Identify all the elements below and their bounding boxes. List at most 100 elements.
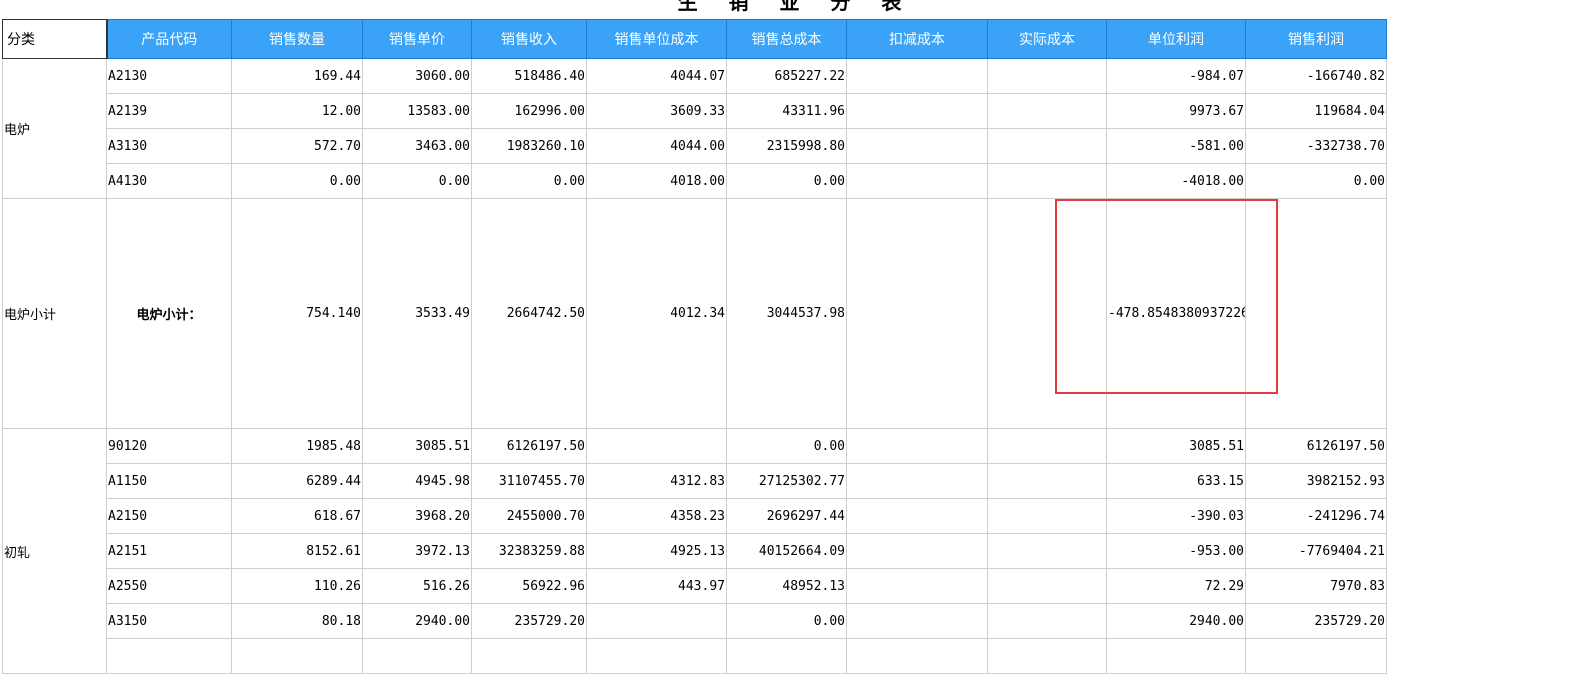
cell-sales-qty[interactable]: 754.140 (231, 198, 363, 429)
cell-sales-profit[interactable]: 119684.04 (1245, 93, 1387, 129)
cell-revenue[interactable]: 518486.40 (471, 58, 587, 94)
cell-deduct-cost[interactable] (846, 128, 988, 164)
cell-unit-price[interactable]: 3968.20 (362, 498, 472, 534)
header-product-code[interactable]: 产品代码 (106, 19, 232, 59)
cell-actual-cost[interactable] (987, 463, 1107, 499)
cell-total-cost[interactable]: 2696297.44 (726, 498, 847, 534)
cell-actual-cost[interactable] (987, 603, 1107, 639)
cell-unit-price[interactable]: 3463.00 (362, 128, 472, 164)
cell-deduct-cost[interactable] (846, 533, 988, 569)
subtotal-label[interactable]: 电炉小计： (106, 198, 232, 429)
cell-sales-profit[interactable]: 235729.20 (1245, 603, 1387, 639)
cell-unit-profit[interactable]: -390.03 (1106, 498, 1246, 534)
cell-deduct-cost[interactable] (846, 58, 988, 94)
cell-sales-qty[interactable]: 169.44 (231, 58, 363, 94)
cell-total-cost[interactable]: 0.00 (726, 163, 847, 199)
cell-unit-cost[interactable]: 4018.00 (586, 163, 727, 199)
cell-unit-price[interactable]: 13583.00 (362, 93, 472, 129)
cell-unit-price[interactable]: 0.00 (362, 163, 472, 199)
cell-total-cost[interactable]: 685227.22 (726, 58, 847, 94)
cell-product-code[interactable]: A3150 (106, 603, 232, 639)
cell-unit-profit[interactable]: -581.00 (1106, 128, 1246, 164)
cell-actual-cost[interactable] (987, 163, 1107, 199)
header-category[interactable]: 分类 (2, 19, 108, 59)
cell-unit-cost[interactable]: 4044.07 (586, 58, 727, 94)
cell-product-code[interactable]: 90120 (106, 428, 232, 464)
cell-total-cost[interactable]: 43311.96 (726, 93, 847, 129)
cell-actual-cost[interactable] (987, 638, 1107, 674)
cell-actual-cost[interactable] (987, 58, 1107, 94)
cell-unit-profit[interactable]: -4018.00 (1106, 163, 1246, 199)
cell-product-code[interactable]: A2139 (106, 93, 232, 129)
cell-sales-profit[interactable]: 0.00 (1245, 163, 1387, 199)
cell-unit-price[interactable]: 3060.00 (362, 58, 472, 94)
cell-deduct-cost[interactable] (846, 603, 988, 639)
cell-deduct-cost[interactable] (846, 568, 988, 604)
cell-total-cost[interactable]: 48952.13 (726, 568, 847, 604)
cell-total-cost[interactable] (726, 638, 847, 674)
header-unit-price[interactable]: 销售单价 (362, 19, 472, 59)
cell-sales-profit[interactable]: 6126197.50 (1245, 428, 1387, 464)
cell-sales-profit[interactable] (1245, 638, 1387, 674)
cell-sales-profit[interactable] (1245, 198, 1387, 429)
cell-deduct-cost[interactable] (846, 428, 988, 464)
cell-unit-cost[interactable] (586, 603, 727, 639)
cell-revenue[interactable]: 56922.96 (471, 568, 587, 604)
cell-product-code[interactable]: A2130 (106, 58, 232, 94)
cell-revenue[interactable]: 162996.00 (471, 93, 587, 129)
cell-sales-profit[interactable]: -166740.82 (1245, 58, 1387, 94)
cell-actual-cost[interactable] (987, 198, 1107, 429)
cell-unit-cost[interactable] (586, 428, 727, 464)
header-unit-cost[interactable]: 销售单位成本 (586, 19, 727, 59)
cell-deduct-cost[interactable] (846, 198, 988, 429)
cell-total-cost[interactable]: 0.00 (726, 603, 847, 639)
category-cell-dianlu-subtotal[interactable]: 电炉小计 (2, 198, 107, 429)
cell-sales-qty[interactable]: 572.70 (231, 128, 363, 164)
cell-unit-price[interactable]: 2940.00 (362, 603, 472, 639)
cell-unit-profit[interactable]: 2940.00 (1106, 603, 1246, 639)
cell-unit-profit[interactable]: -984.07 (1106, 58, 1246, 94)
cell-unit-cost[interactable]: 3609.33 (586, 93, 727, 129)
cell-product-code[interactable] (106, 638, 232, 674)
cell-unit-price[interactable]: 516.26 (362, 568, 472, 604)
cell-sales-profit[interactable]: 7970.83 (1245, 568, 1387, 604)
header-deduct-cost[interactable]: 扣减成本 (846, 19, 988, 59)
cell-unit-price[interactable]: 4945.98 (362, 463, 472, 499)
cell-revenue[interactable]: 1983260.10 (471, 128, 587, 164)
cell-unit-price[interactable] (362, 638, 472, 674)
cell-unit-cost[interactable]: 443.97 (586, 568, 727, 604)
cell-product-code[interactable]: A4130 (106, 163, 232, 199)
category-cell-dianlu[interactable]: 电炉 (2, 58, 107, 199)
cell-sales-qty[interactable]: 12.00 (231, 93, 363, 129)
cell-unit-profit[interactable]: 9973.67 (1106, 93, 1246, 129)
header-sales-profit[interactable]: 销售利润 (1245, 19, 1387, 59)
category-cell-chuzha[interactable]: 初轧 (2, 428, 107, 674)
cell-actual-cost[interactable] (987, 128, 1107, 164)
cell-revenue[interactable]: 31107455.70 (471, 463, 587, 499)
cell-sales-profit[interactable]: -7769404.21 (1245, 533, 1387, 569)
cell-sales-qty[interactable]: 8152.61 (231, 533, 363, 569)
cell-unit-cost[interactable]: 4312.83 (586, 463, 727, 499)
cell-product-code[interactable]: A3130 (106, 128, 232, 164)
cell-unit-profit[interactable]: -953.00 (1106, 533, 1246, 569)
cell-unit-profit[interactable]: 72.29 (1106, 568, 1246, 604)
cell-product-code[interactable]: A2150 (106, 498, 232, 534)
cell-unit-profit-list[interactable]: -478.8548380937226,722.157538665788,1012… (1106, 198, 1246, 429)
cell-actual-cost[interactable] (987, 533, 1107, 569)
cell-deduct-cost[interactable] (846, 498, 988, 534)
cell-sales-profit[interactable]: -332738.70 (1245, 128, 1387, 164)
cell-unit-profit[interactable]: 633.15 (1106, 463, 1246, 499)
cell-actual-cost[interactable] (987, 568, 1107, 604)
cell-unit-price[interactable]: 3085.51 (362, 428, 472, 464)
cell-deduct-cost[interactable] (846, 463, 988, 499)
cell-revenue[interactable]: 2455000.70 (471, 498, 587, 534)
cell-sales-profit[interactable]: -241296.74 (1245, 498, 1387, 534)
cell-unit-cost[interactable]: 4012.34 (586, 198, 727, 429)
cell-sales-qty[interactable]: 6289.44 (231, 463, 363, 499)
cell-unit-cost[interactable]: 4358.23 (586, 498, 727, 534)
cell-unit-cost[interactable] (586, 638, 727, 674)
cell-unit-profit[interactable] (1106, 638, 1246, 674)
cell-revenue[interactable]: 235729.20 (471, 603, 587, 639)
cell-sales-qty[interactable]: 0.00 (231, 163, 363, 199)
cell-unit-price[interactable]: 3533.49 (362, 198, 472, 429)
